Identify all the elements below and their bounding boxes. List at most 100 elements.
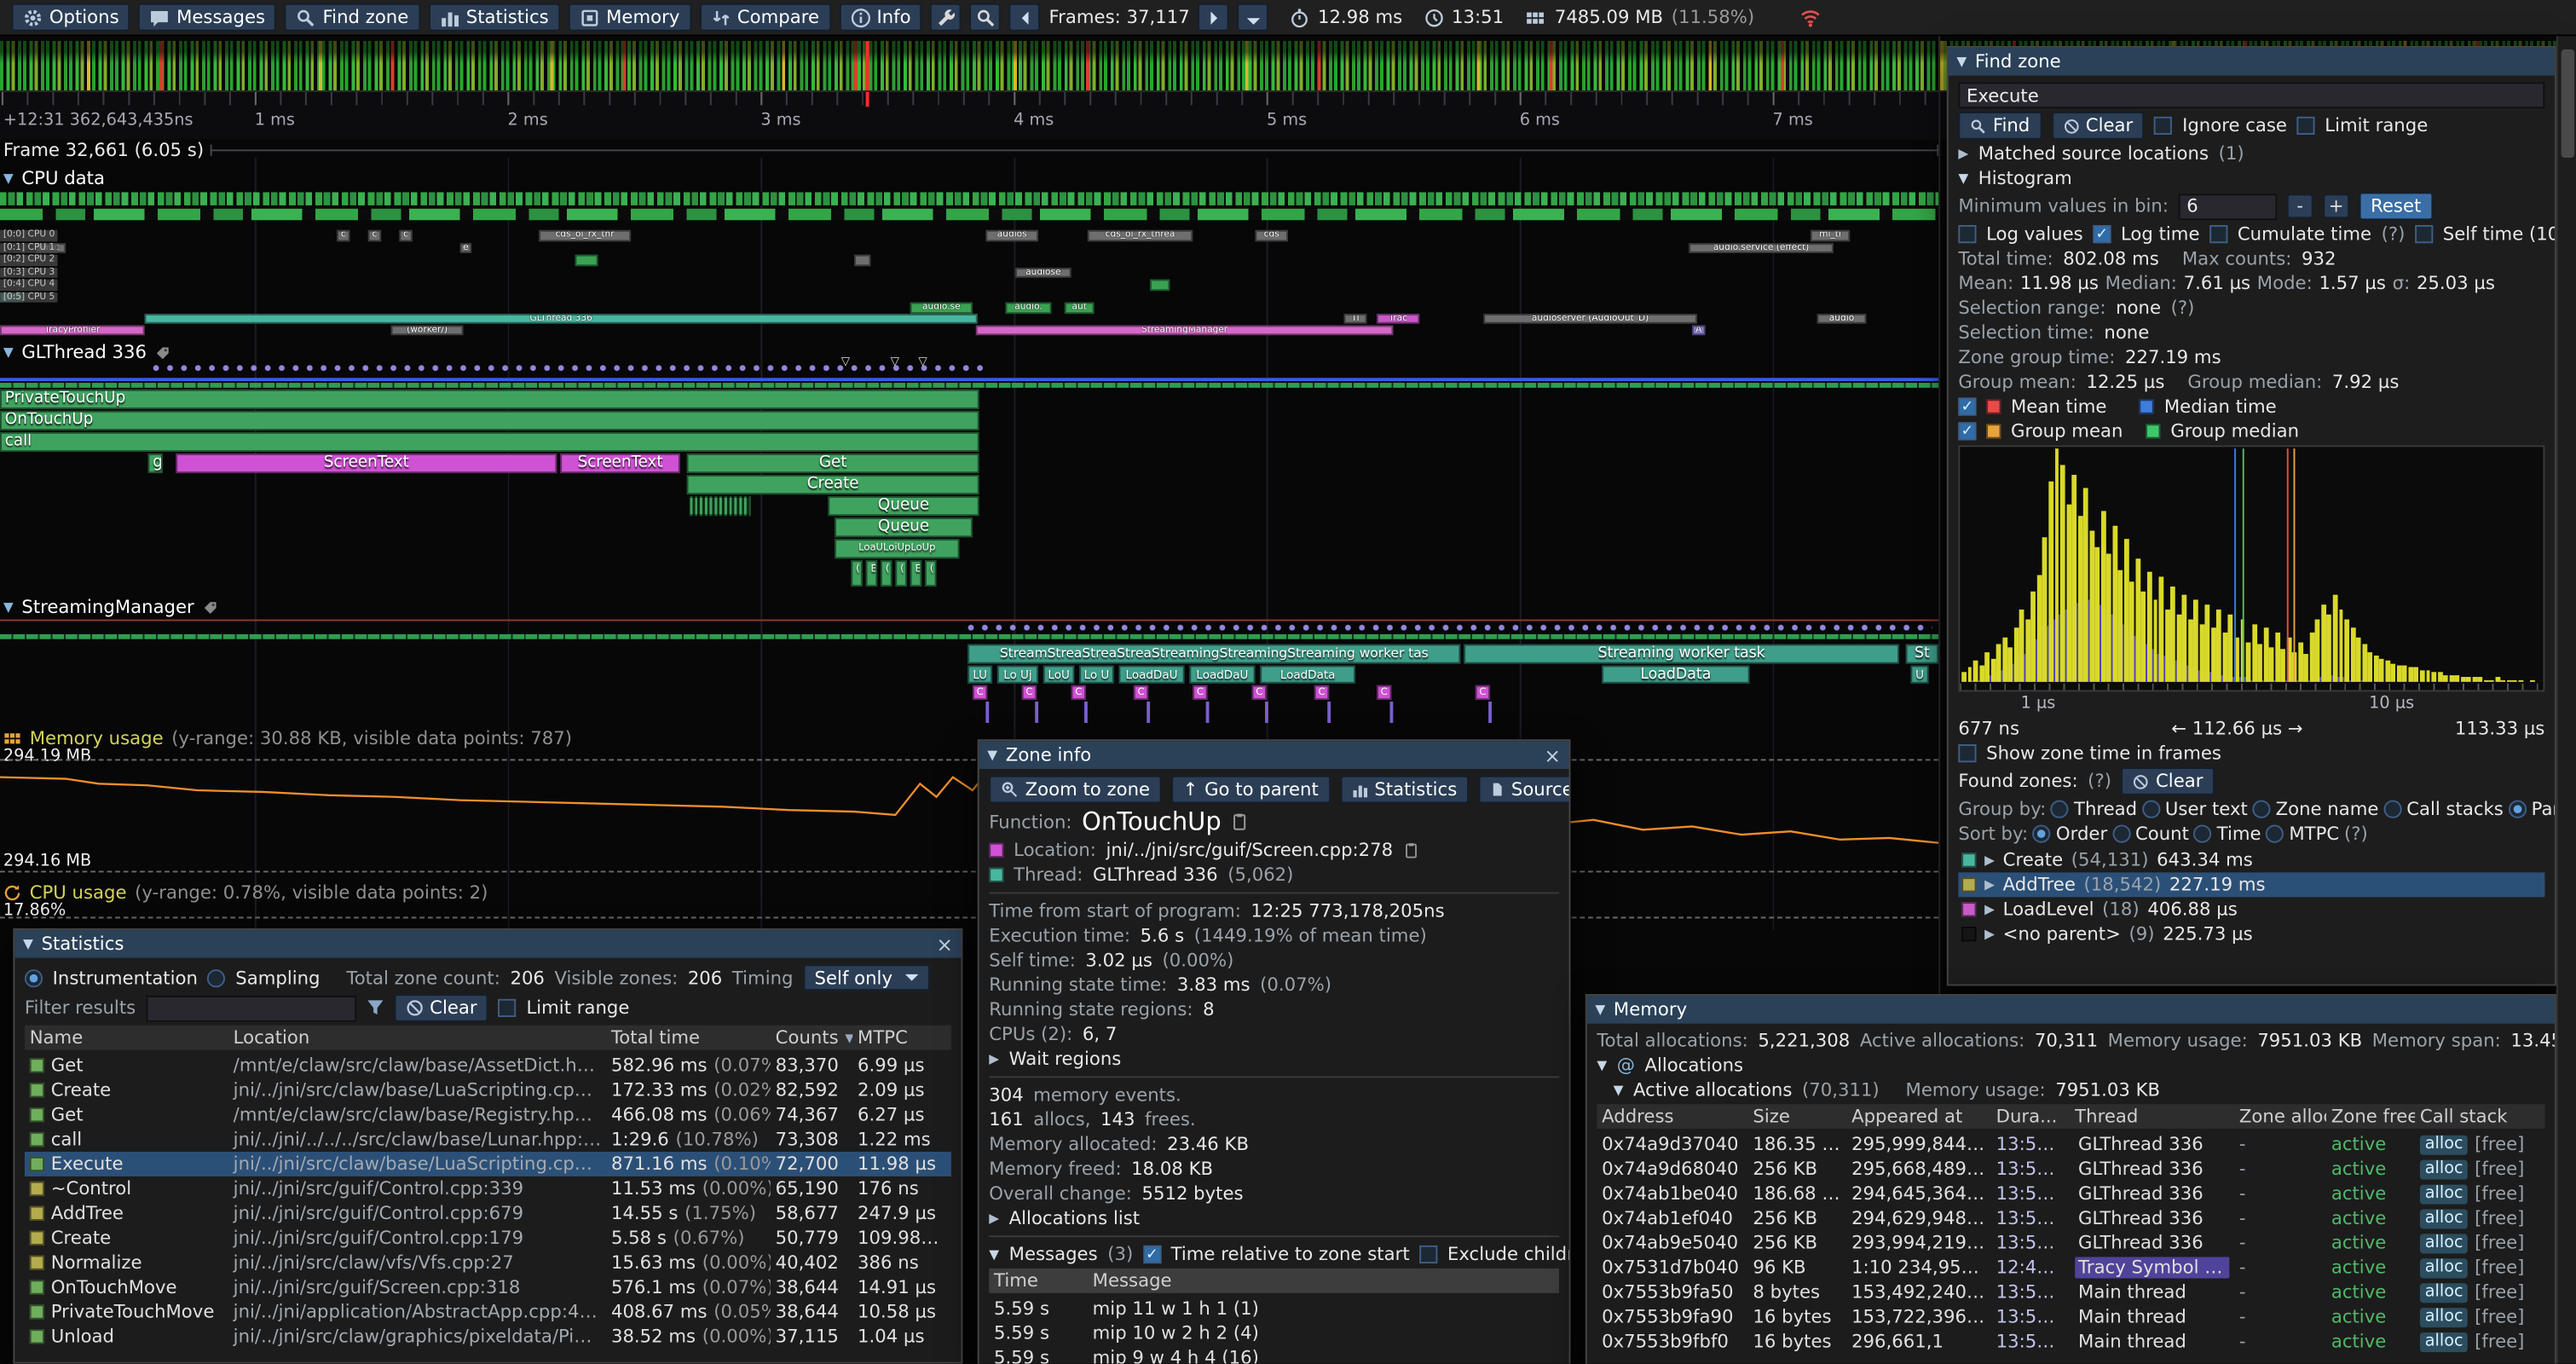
vertical-scrollbar[interactable] (2556, 36, 2576, 1363)
found-zone-group[interactable]: ▶ AddTree (18,542) 227.19 ms (1958, 872, 2544, 897)
filter-input[interactable] (146, 995, 356, 1021)
alloc-list-label[interactable]: Allocations list (1009, 1208, 1140, 1229)
timeline-zone[interactable]: LoaULoiUpLoUp (835, 539, 959, 558)
col-zone-alloc[interactable]: Zone alloc (2234, 1106, 2326, 1127)
scrollbar-thumb[interactable] (2562, 49, 2574, 158)
glthread-message-dots[interactable] (151, 363, 989, 373)
col-size[interactable]: Size (1748, 1106, 1847, 1127)
table-row[interactable]: PrivateTouchMove jni/../jni/application/… (25, 1299, 951, 1324)
timeline-zone[interactable]: St (1906, 644, 1939, 663)
thread-value[interactable]: GLThread 336 (1093, 864, 1218, 886)
timeline-zone[interactable]: C (1193, 685, 1207, 700)
table-row[interactable]: Execute jni/../jni/src/claw/base/LuaScri… (25, 1152, 951, 1176)
cpu-zone[interactable]: mi_ti (1811, 230, 1850, 241)
cpu-zone[interactable]: aut (1065, 303, 1095, 314)
go-to-parent-button[interactable]: ↑ Go to parent (1171, 776, 1330, 804)
col-mtpc[interactable]: MTPC (852, 1027, 944, 1049)
timeline-zone[interactable]: LoadData (1260, 665, 1355, 684)
messages-button[interactable]: Messages (139, 3, 277, 32)
exclude-children-checkbox[interactable] (1419, 1246, 1437, 1263)
show-zone-time-checkbox[interactable] (1958, 744, 1976, 762)
message-row[interactable]: 5.59 s mip 9 w 4 h 4 (16) (989, 1345, 1559, 1363)
cpu-zone[interactable]: StreamingManager (976, 325, 1394, 336)
timeline-zone[interactable]: Streaming worker task (1464, 644, 1899, 663)
marker-triangle-icon[interactable]: ▽ (918, 356, 927, 367)
alloc-chip[interactable]: alloc (2420, 1184, 2468, 1204)
allocation-row[interactable]: 0x74ab1be040 186.68 KB 294,645,364ns 13:… (1597, 1182, 2544, 1206)
find-zone-search-input[interactable] (1958, 82, 2544, 108)
table-row[interactable]: Create jni/../jni/src/guif/Control.cpp:1… (25, 1226, 951, 1251)
timeline-zone[interactable]: LU (967, 665, 992, 684)
zone-statistics-button[interactable]: Statistics (1340, 776, 1469, 804)
allocation-row[interactable]: 0x7553b9fbf0 16 bytes 296,661,1 13:50.8 … (1597, 1329, 2544, 1354)
timeline-zone[interactable]: LoadData (1602, 665, 1749, 684)
options-button[interactable]: Options (11, 3, 130, 32)
zone-info-titlebar[interactable]: ▼ Zone info × (979, 741, 1569, 769)
find-zone-histogram[interactable] (1958, 445, 2544, 691)
timeline-zone[interactable]: Get (687, 454, 979, 473)
cpu-zone[interactable]: audiose (1015, 267, 1071, 278)
cpu-zone[interactable]: (worker/) (391, 325, 464, 336)
timeline-zone[interactable]: Queue (828, 496, 979, 516)
messages-section-label[interactable]: Messages (1009, 1244, 1098, 1265)
message-row[interactable]: 5.59 s mip 10 w 2 h 2 (4) (989, 1321, 1559, 1346)
timeline-zone[interactable]: ( (851, 560, 862, 587)
stats-limit-range-checkbox[interactable] (499, 999, 517, 1017)
table-row[interactable]: Normalize jni/../jni/src/claw/vfs/Vfs.cp… (25, 1251, 951, 1275)
cpu-zone[interactable]: cds_ol_rx_threa (1088, 230, 1193, 241)
col-appeared[interactable]: Appeared at (1846, 1106, 1991, 1127)
marker-triangle-icon[interactable]: ▽ (841, 356, 850, 367)
statistics-table-header[interactable]: Name Location Total time Counts▼ MTPC (25, 1026, 951, 1050)
glthread-header[interactable]: ▼ GLThread 336 (3, 342, 171, 363)
cpu-zone[interactable]: cds (1255, 230, 1288, 241)
col-address[interactable]: Address (1597, 1106, 1747, 1127)
timeline-zone[interactable]: E (866, 560, 877, 587)
source-button[interactable]: Source (1478, 776, 1570, 804)
memory-button[interactable]: Memory (569, 3, 691, 32)
col-call-stack[interactable]: Call stack (2415, 1106, 2537, 1127)
cpu-zone[interactable]: A (1692, 325, 1705, 336)
allocation-row[interactable]: 0x7553b9fa90 16 bytes 153,722,396ns 13:5… (1597, 1304, 2544, 1329)
timeline-zone[interactable]: LoadDaU (1189, 665, 1255, 684)
allocations-tab[interactable]: Allocations (1645, 1055, 1744, 1076)
allocation-row[interactable]: 0x74ab9e5040 256 KB 293,994,219ns 13:50.… (1597, 1231, 2544, 1256)
timeline-zone[interactable]: OnTouchUp (0, 411, 979, 431)
alloc-chip[interactable]: alloc (2420, 1282, 2468, 1302)
timeline-zone[interactable]: U (1910, 665, 1928, 684)
collapse-icon[interactable]: ▼ (1597, 1058, 1607, 1072)
col-message[interactable]: Message (1088, 1270, 1548, 1292)
legend2-checkbox[interactable] (1958, 422, 1976, 440)
timeline-zone[interactable]: Lo Uj (997, 665, 1038, 684)
table-row[interactable]: OnTouchMove jni/../jni/src/guif/Screen.c… (25, 1275, 951, 1300)
timeline-zone[interactable]: C (1377, 685, 1391, 700)
bin-decrement-button[interactable]: - (2287, 194, 2313, 218)
cumulate-time-checkbox[interactable] (2209, 225, 2227, 243)
timeline-zone[interactable]: Create (687, 475, 979, 494)
cpu-usage-header[interactable]: CPU usage (y-range: 0.78%, visible data … (3, 882, 488, 904)
cpu-zone[interactable]: e (460, 242, 471, 253)
memory-titlebar[interactable]: ▼ Memory (1587, 996, 2555, 1024)
cpu-zone[interactable]: c (337, 230, 349, 241)
fz-clear-button[interactable]: Clear (2051, 112, 2144, 140)
find-zone-titlebar[interactable]: ▼ Find zone (1949, 48, 2555, 76)
timeline-zone[interactable]: ScreenText (176, 454, 557, 473)
expand-icon[interactable]: ▶ (1958, 147, 1968, 161)
timeline-zone[interactable]: Lo U (1079, 665, 1113, 684)
col-name[interactable]: Name (25, 1027, 228, 1049)
instrumentation-radio[interactable] (25, 968, 43, 986)
timeline-zone[interactable]: ( (925, 560, 936, 587)
found-zone-group[interactable]: ▶ Create (54,131) 643.34 ms (1958, 847, 2544, 872)
memory-usage-header[interactable]: Memory usage (y-range: 30.88 KB, visible… (3, 728, 572, 749)
allocation-row[interactable]: 0x74a9d37040 186.35 KB 295,999,844ns 13:… (1597, 1132, 2544, 1157)
allocation-row[interactable]: 0x74a9d68040 256 KB 295,668,489ns 13:50.… (1597, 1157, 2544, 1182)
help-icon[interactable]: (?) (2382, 223, 2406, 245)
stats-clear-button[interactable]: Clear (394, 994, 488, 1022)
cpu-zone[interactable]: audio (1817, 313, 1867, 324)
cpu-zone[interactable]: audios (985, 230, 1038, 241)
cpu-zone[interactable]: Trac (1377, 313, 1419, 324)
ignore-case-checkbox[interactable] (2154, 117, 2172, 135)
cpu-data-header[interactable]: ▼ CPU data (3, 168, 105, 189)
table-row[interactable]: call jni/../jni/../../../src/claw/base/L… (25, 1127, 951, 1152)
help-icon[interactable]: (?) (2088, 771, 2111, 792)
sort-by-option[interactable]: Order (2033, 824, 2107, 845)
